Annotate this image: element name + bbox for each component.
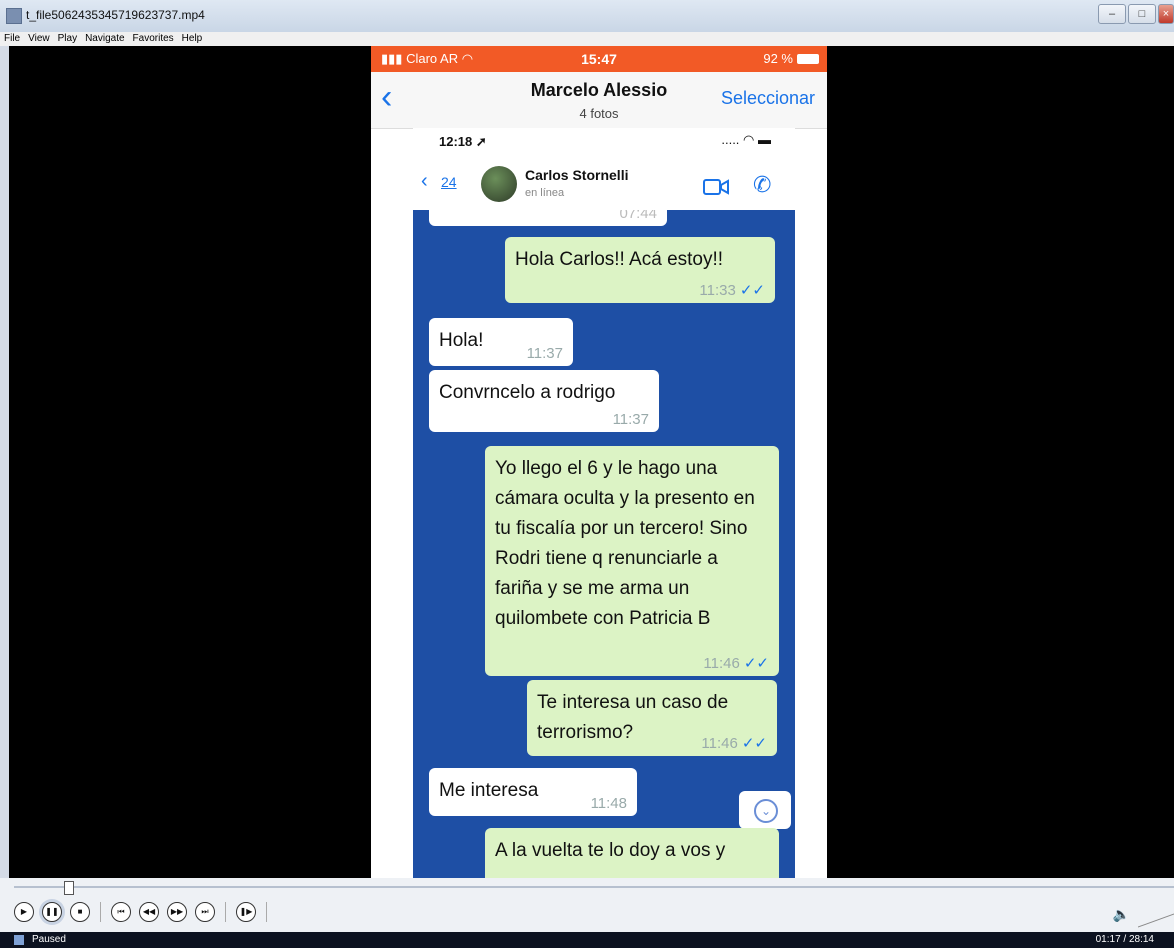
unread-count: 24 [441,174,457,190]
seek-thumb[interactable] [64,881,74,895]
inner-contact-name: Carlos Stornelli [525,167,629,183]
seek-bar[interactable] [14,886,1174,888]
select-button[interactable]: Seleccionar [721,88,815,109]
status-icon [14,935,24,945]
playback-status: Paused [32,934,66,945]
screenshot-image: 12:18 ➚ ..... ◠ ▬ ‹ 24 Carlos Stornelli … [413,128,795,878]
message-meta: 11:46 ✓✓ [701,735,767,752]
message-time: 11:37 [612,411,649,428]
message-time: 11:48 [590,795,627,812]
rewind-button[interactable]: ◀◀ [139,902,159,922]
message-bubble: Me interesa 11:48 [429,768,637,816]
message-text: Hola Carlos!! Acá estoy!! [515,249,724,270]
status-time: 15:47 [581,51,617,67]
player-controls: ▶ ❚❚ ■ ⏮ ◀◀ ▶▶ ⏭ ❚▶ 🔈 [0,878,1174,932]
battery: 92 % [763,51,819,66]
inner-time: 12:18 ➚ [439,134,487,149]
message-bubble: Convrncelo a rodrigo 11:37 [429,370,659,432]
message-bubble: 07:44 [429,210,667,226]
volume-slider[interactable] [1138,897,1174,928]
phone-call-icon: ✆ [753,172,772,197]
double-check-icon: ✓✓ [739,282,765,299]
message-time: 07:44 [619,210,657,222]
previous-button[interactable]: ⏮ [111,902,131,922]
menu-play[interactable]: Play [54,32,81,46]
chevron-down-icon: ⌄ [754,799,778,823]
play-button[interactable]: ▶ [14,902,34,922]
playback-time: 01:17 / 28:14 [1095,934,1154,945]
inner-back-icon: ‹ [421,170,428,192]
maximize-button[interactable]: □ [1128,4,1156,24]
inner-status-bar: 12:18 ➚ ..... ◠ ▬ [413,128,795,158]
message-meta: 11:46 ✓✓ [703,655,769,672]
pause-button[interactable]: ❚❚ [42,902,62,922]
location-icon: ➚ [475,134,487,149]
ios-status-bar: ▮▮▮ Claro AR ◠ 15:47 92 % [371,46,827,72]
stop-button[interactable]: ■ [70,902,90,922]
message-time: 11:37 [526,345,563,362]
message-bubble: A la vuelta te lo doy a vos y [485,828,779,878]
message-bubble: Te interesa un caso de terrorismo? 11:46… [527,680,777,756]
menu-help[interactable]: Help [178,32,207,46]
message-text: A la vuelta te lo doy a vos y [495,840,726,861]
menu-favorites[interactable]: Favorites [129,32,178,46]
minimize-button[interactable]: – [1098,4,1126,24]
ios-nav-bar: ‹ Marcelo Alessio 4 fotos Seleccionar [371,72,827,129]
speaker-icon[interactable]: 🔈 [1113,906,1130,923]
inner-contact-status: en línea [525,187,565,199]
double-check-icon: ✓✓ [741,735,767,752]
message-bubble: Hola Carlos!! Acá estoy!! 11:33 ✓✓ [505,237,775,303]
close-button[interactable]: × [1158,4,1174,24]
battery-icon [797,53,819,64]
message-text: Yo llego el 6 y le hago una cámara ocult… [495,458,755,629]
phone-screen: ▮▮▮ Claro AR ◠ 15:47 92 % ‹ Marcelo Ales… [371,46,827,878]
player-status-bar: Paused 01:17 / 28:14 [0,932,1174,948]
window-title: t_file5062435345719623737.mp4 [26,8,205,22]
message-bubble: Hola! 11:37 [429,318,573,366]
message-bubble: Yo llego el 6 y le hago una cámara ocult… [485,446,779,676]
scroll-down-button: ⌄ [739,791,791,829]
fast-forward-button[interactable]: ▶▶ [167,902,187,922]
menu-view[interactable]: View [24,32,54,46]
menu-navigate[interactable]: Navigate [81,32,128,46]
video-call-icon [703,178,729,201]
message-text: Convrncelo a rodrigo [439,382,616,403]
menu-bar: File View Play Navigate Favorites Help [0,32,1174,46]
app-icon [6,8,22,24]
menu-file[interactable]: File [0,32,24,46]
next-button[interactable]: ⏭ [195,902,215,922]
window-titlebar: t_file5062435345719623737.mp4 – □ × [0,0,1174,32]
double-check-icon: ✓✓ [743,655,769,672]
avatar [481,166,517,202]
chat-area: 07:44 Hola Carlos!! Acá estoy!! 11:33 ✓✓ … [413,210,795,878]
inner-nav-bar: ‹ 24 Carlos Stornelli en línea ✆ [413,158,795,210]
message-meta: 11:33 ✓✓ [699,282,765,299]
inner-status-icons: ..... ◠ ▬ [721,132,771,147]
frame-step-button[interactable]: ❚▶ [236,902,256,922]
